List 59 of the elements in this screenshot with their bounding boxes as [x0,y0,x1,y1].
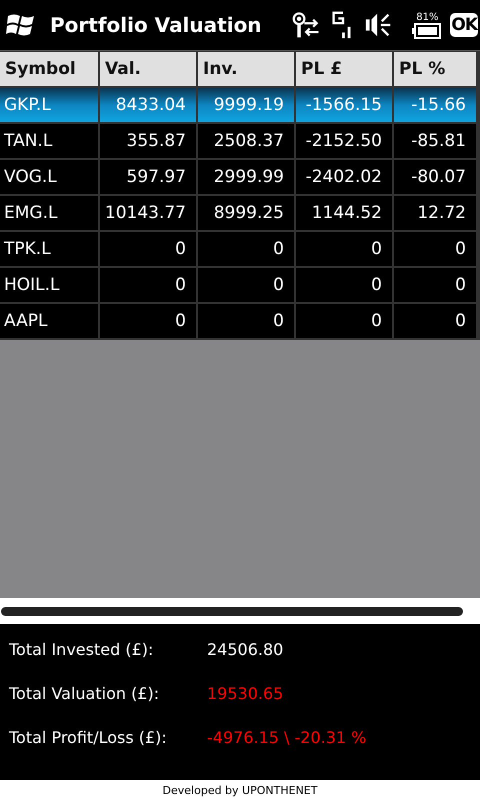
total-label: Total Valuation (£): [9,684,160,702]
table-cell: 0 [394,232,476,266]
table-cell: 10143.77 [100,196,196,230]
table-cell: 9999.19 [198,88,294,122]
table-row[interactable]: VOG.L 597.97 2999.99 -2402.02 -80.07 [0,160,476,194]
battery-icon [412,22,442,38]
table-row[interactable]: TPK.L 0 0 0 0 [0,232,476,266]
table-cell: 0 [198,304,294,338]
table-cell: 2508.37 [198,124,294,158]
table-cell: 0 [100,268,196,302]
table-cell: -80.07 [394,160,476,194]
total-value: 24506.80 [207,640,284,658]
table-cell: GKP.L [0,88,98,122]
column-header[interactable]: Inv. [198,52,294,86]
total-label: Total Invested (£): [9,640,154,658]
table-row[interactable]: EMG.L 10143.77 8999.25 1144.52 12.72 [0,196,476,230]
table-cell: 12.72 [394,196,476,230]
table-cell: -1566.15 [296,88,392,122]
table-cell: 0 [100,304,196,338]
column-header[interactable]: Val. [100,52,196,86]
table-cell: 0 [296,304,392,338]
table-cell: AAPL [0,304,98,338]
table-cell: 0 [394,304,476,338]
table-cell: 0 [394,268,476,302]
table-cell: 597.97 [100,160,196,194]
table-cell: -15.66 [394,88,476,122]
table-cell: 2999.99 [198,160,294,194]
scrollbar[interactable] [1,606,463,616]
column-header[interactable]: Symbol [0,52,98,86]
column-header[interactable]: PL £ [296,52,392,86]
table-cell: 0 [198,232,294,266]
table-row[interactable]: AAPL 0 0 0 0 [0,304,476,338]
table-cell: 0 [198,268,294,302]
table-cell: EMG.L [0,196,98,230]
table-cell: HOIL.L [0,268,98,302]
total-label: Total Profit/Loss (£): [9,728,168,746]
table-cell: 1144.52 [296,196,392,230]
table-cell: 0 [296,268,392,302]
table-cell: 8433.04 [100,88,196,122]
table-cell: -2152.50 [296,124,392,158]
table-cell: 355.87 [100,124,196,158]
table-cell: 0 [100,232,196,266]
ok-button[interactable]: OK [450,13,478,37]
total-value: -4976.15 \ -20.31 % [207,728,366,746]
total-value: 19530.65 [207,684,284,702]
table-cell: -85.81 [394,124,476,158]
column-header[interactable]: PL % [394,52,476,86]
table-cell: TPK.L [0,232,98,266]
table-cell: 0 [296,232,392,266]
table-cell: TAN.L [0,124,98,158]
table-cell: 8999.25 [198,196,294,230]
table-row[interactable]: GKP.L 8433.04 9999.19 -1566.15 -15.66 [0,88,476,122]
window-title: Portfolio Valuation [50,13,263,37]
battery-level-text: 81% [416,12,438,22]
table-cell: VOG.L [0,160,98,194]
table-row[interactable]: HOIL.L 0 0 0 0 [0,268,476,302]
footer-text: Developed by UPONTHENET [162,784,318,796]
table-row[interactable]: TAN.L 355.87 2508.37 -2152.50 -85.81 [0,124,476,158]
table-cell: -2402.02 [296,160,392,194]
